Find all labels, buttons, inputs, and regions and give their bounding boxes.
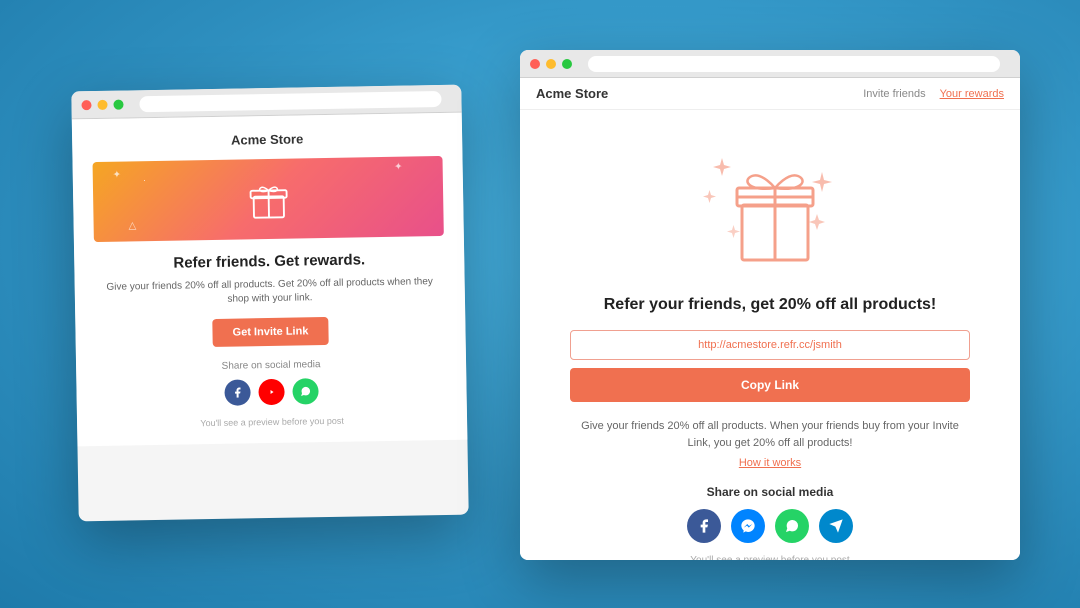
gift-illustration [690,130,850,280]
front-subtext: Give your friends 20% off all products. … [570,418,970,451]
back-store-name: Acme Store [92,129,442,150]
front-telegram-icon[interactable] [819,509,853,543]
front-traffic-light-yellow[interactable] [546,59,556,69]
back-social-icons [96,376,446,408]
how-it-works-link[interactable]: How it works [570,457,970,469]
back-facebook-icon[interactable] [224,379,250,405]
front-nav-links: Invite friends Your rewards [863,88,1004,100]
sparkle-2: · [143,175,147,186]
front-gift-svg [690,130,850,280]
front-social-icons [570,509,970,543]
front-url-bar [588,56,1000,72]
front-body: Refer your friends, get 20% off all prod… [520,110,1020,560]
nav-invite-friends[interactable]: Invite friends [863,88,925,100]
front-whatsapp-icon[interactable] [775,509,809,543]
back-preview-note: You'll see a preview before you post [97,414,447,430]
url-bar [139,90,441,111]
back-browser-window: Acme Store ✦ · △ ✦ Refer friends. Get re… [71,85,468,522]
invite-link-box: http://acmestore.refr.cc/jsmith [570,330,970,360]
front-messenger-icon[interactable] [731,509,765,543]
back-headline: Refer friends. Get rewards. [94,250,444,273]
front-traffic-light-green[interactable] [562,59,572,69]
back-hero-banner: ✦ · △ ✦ [93,156,444,242]
front-store-name: Acme Store [536,86,608,101]
front-browser-window: Acme Store Invite friends Your rewards [520,50,1020,560]
front-traffic-light-red[interactable] [530,59,540,69]
back-content: Acme Store ✦ · △ ✦ Refer friends. Get re… [72,113,468,447]
back-subtext: Give your friends 20% off all products. … [95,275,445,309]
sparkle-4: ✦ [394,162,403,173]
back-share-label: Share on social media [96,357,446,374]
traffic-light-red[interactable] [81,100,91,110]
nav-your-rewards[interactable]: Your rewards [940,88,1004,100]
front-titlebar [520,50,1020,78]
traffic-light-green[interactable] [113,99,123,109]
back-get-invite-button[interactable]: Get Invite Link [212,317,328,347]
sparkle-3: △ [129,220,137,231]
copy-link-button[interactable]: Copy Link [570,368,970,402]
sparkle-1: ✦ [113,170,122,181]
front-share-label: Share on social media [570,485,970,499]
front-navbar: Acme Store Invite friends Your rewards [520,78,1020,110]
front-headline: Refer your friends, get 20% off all prod… [570,296,970,314]
back-whatsapp-icon[interactable] [292,378,318,404]
back-youtube-icon[interactable] [258,379,284,405]
back-gift-icon [245,176,291,222]
front-preview-note: You'll see a preview before you post [570,555,970,560]
traffic-light-yellow[interactable] [97,99,107,109]
front-facebook-icon[interactable] [687,509,721,543]
scene: Acme Store ✦ · △ ✦ Refer friends. Get re… [0,0,1080,608]
